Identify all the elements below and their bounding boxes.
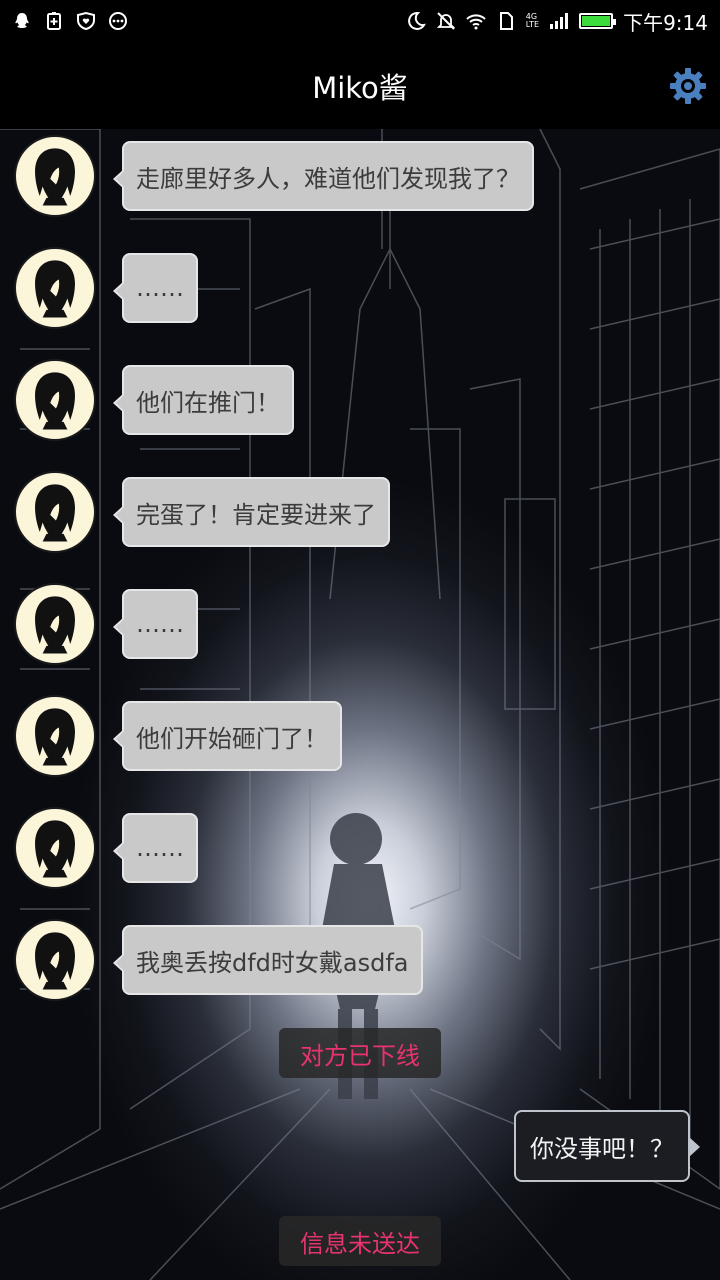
message-bubble: 我奥丢按dfd时女戴asdfa (113, 925, 423, 995)
sim-icon (496, 11, 516, 31)
chat-header: Miko酱 (0, 42, 720, 129)
avatar[interactable] (14, 359, 96, 441)
message-bubble: 他们开始砸门了！ (113, 701, 342, 771)
status-bar-right: 4G LTE 下午9:14 (406, 7, 708, 36)
message-bubble: …… (113, 253, 198, 323)
qq-icon (12, 11, 32, 31)
message-row: 完蛋了！肯定要进来了 (0, 469, 720, 569)
avatar[interactable] (14, 135, 96, 217)
offline-notice: 对方已下线 (279, 1028, 441, 1078)
avatar[interactable] (14, 695, 96, 777)
message-row: …… (0, 805, 720, 905)
status-bar-left (12, 11, 128, 31)
clock: 下午9:14 (623, 10, 708, 35)
signal-icon (549, 11, 569, 31)
battery-icon (579, 13, 617, 29)
message-bubble: 走廊里好多人，难道他们发现我了？ (113, 141, 534, 211)
message-bubble: 完蛋了！肯定要进来了 (113, 477, 390, 547)
message-bubble: …… (113, 589, 198, 659)
message-row: …… (0, 581, 720, 681)
message-row: …… (0, 245, 720, 345)
moon-icon (406, 11, 426, 31)
gear-icon (670, 68, 706, 104)
wifi-icon (466, 11, 486, 31)
avatar[interactable] (14, 919, 96, 1001)
message-row: 我奥丢按dfd时女戴asdfa (0, 917, 720, 1017)
mute-icon (436, 11, 456, 31)
avatar[interactable] (14, 471, 96, 553)
outgoing-message-bubble: 你没事吧！？ (514, 1110, 700, 1182)
more-circle-icon (108, 11, 128, 31)
heart-shield-icon (76, 11, 96, 31)
network-type-bottom: LTE (525, 20, 540, 29)
avatar[interactable] (14, 807, 96, 889)
message-row: 他们开始砸门了！ (0, 693, 720, 793)
chat-title: Miko酱 (312, 70, 408, 105)
status-bar: 4G LTE 下午9:14 (0, 0, 720, 42)
battery-saver-icon (44, 11, 64, 31)
undelivered-notice: 信息未送达 (279, 1216, 441, 1266)
avatar[interactable] (14, 583, 96, 665)
battery-level (582, 16, 611, 26)
message-row: 他们在推门！ (0, 357, 720, 457)
network-type: 4G LTE (526, 13, 539, 29)
avatar[interactable] (14, 247, 96, 329)
message-bubble: 他们在推门！ (113, 365, 294, 435)
settings-button[interactable] (668, 66, 708, 106)
message-bubble: …… (113, 813, 198, 883)
message-row: 走廊里好多人，难道他们发现我了？ (0, 133, 720, 233)
